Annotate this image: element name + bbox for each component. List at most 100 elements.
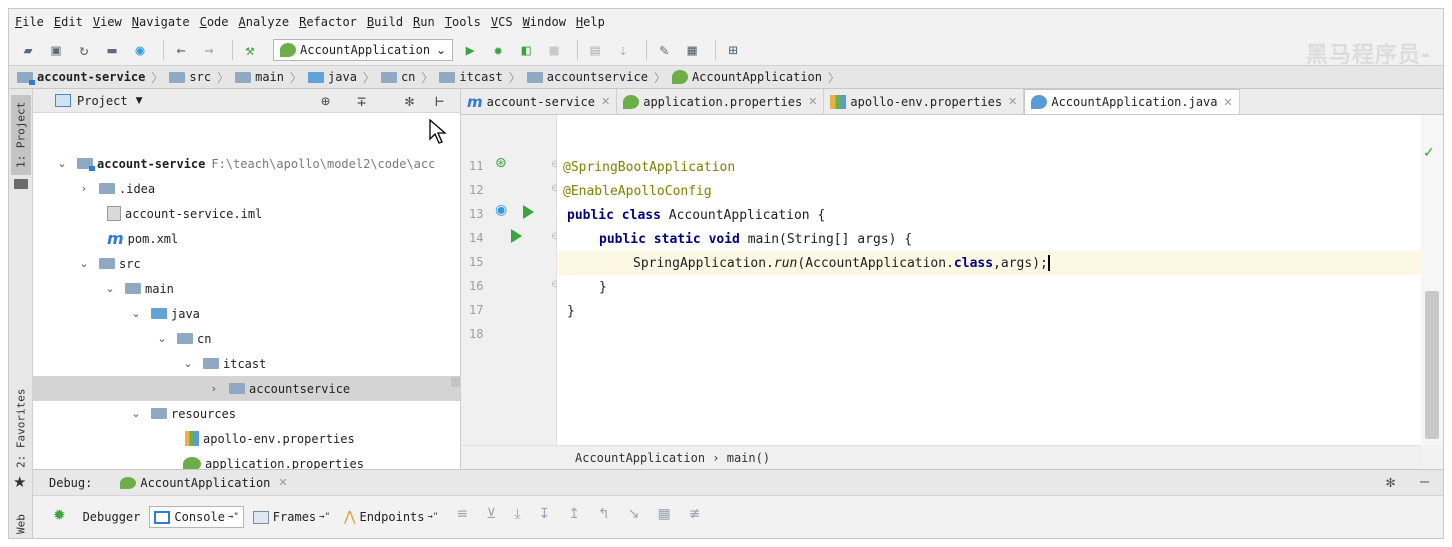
- chevron-down-icon[interactable]: ⌄: [155, 332, 169, 345]
- tree-item-main[interactable]: ⌄ main: [33, 276, 460, 301]
- project-structure-icon[interactable]: ▬: [101, 39, 123, 61]
- minimize-icon[interactable]: —: [1420, 472, 1429, 490]
- step-into-icon[interactable]: ↧: [539, 506, 551, 522]
- tree-item-account-service[interactable]: ⌄ account-service F:\teach\apollo\model2…: [33, 151, 460, 176]
- close-icon[interactable]: ✕: [808, 95, 817, 108]
- close-icon[interactable]: ✕: [278, 476, 287, 489]
- menu-run[interactable]: Run: [413, 15, 435, 29]
- tab-console[interactable]: Console →": [149, 506, 244, 528]
- menu-build[interactable]: Build: [367, 15, 403, 29]
- menu-vcs[interactable]: VCS: [491, 15, 513, 29]
- chevron-down-icon[interactable]: ⌄: [77, 257, 91, 270]
- trace-icon[interactable]: ≢: [689, 506, 701, 522]
- tab-account-service[interactable]: m account-service ✕: [461, 89, 618, 114]
- tree-item-idea[interactable]: › .idea: [33, 176, 460, 201]
- sync-icon[interactable]: ↻: [73, 39, 95, 61]
- chevron-down-icon[interactable]: ⌄: [181, 357, 195, 370]
- close-icon[interactable]: ✕: [1008, 95, 1017, 108]
- menu-edit[interactable]: Edit: [54, 15, 83, 29]
- debug-bug-icon[interactable]: ✹: [487, 39, 509, 61]
- wrench-settings-icon[interactable]: ✎: [653, 39, 675, 61]
- tab-application-properties[interactable]: application.properties ✕: [617, 89, 825, 114]
- class-icon[interactable]: ◉: [495, 202, 507, 218]
- breadcrumb-item[interactable]: java 〉: [308, 69, 381, 86]
- show-execution-point-icon[interactable]: ⊻: [486, 506, 496, 522]
- chevron-right-icon[interactable]: ›: [77, 182, 91, 195]
- tree-item-java[interactable]: ⌄ java: [33, 301, 460, 326]
- scrollbar-thumb[interactable]: [451, 377, 460, 387]
- tab-favorites[interactable]: 2: Favorites: [11, 385, 31, 471]
- tree-item-apollo-env[interactable]: apollo-env.properties: [33, 426, 460, 451]
- step-out-icon[interactable]: ↥: [568, 506, 580, 522]
- menu-code[interactable]: Code: [200, 15, 229, 29]
- drop-frame-icon[interactable]: ↰: [598, 506, 610, 522]
- tab-account-application-java[interactable]: AccountApplication.java ✕: [1024, 89, 1240, 114]
- breadcrumb-item[interactable]: itcast 〉: [439, 69, 526, 86]
- tree-item-iml[interactable]: account-service.iml: [33, 201, 460, 226]
- chevron-down-icon[interactable]: ▼: [136, 96, 143, 106]
- hide-panel-icon[interactable]: ⊢: [435, 92, 444, 110]
- debug-session-tab[interactable]: AccountApplication ✕: [120, 476, 288, 490]
- tree-item-application-properties[interactable]: application.properties: [33, 451, 460, 469]
- chevron-right-icon[interactable]: ›: [207, 382, 221, 395]
- save-icon[interactable]: ▣: [45, 39, 67, 61]
- open-folder-icon[interactable]: ▰: [17, 39, 39, 61]
- breadcrumb-item[interactable]: AccountApplication 〉: [671, 69, 846, 86]
- tree-item-cn[interactable]: ⌄ cn: [33, 326, 460, 351]
- vcs-update-icon[interactable]: ⇣: [612, 39, 634, 61]
- breadcrumb-item[interactable]: src 〉: [169, 69, 235, 86]
- tab-debugger[interactable]: Debugger: [78, 506, 146, 528]
- structure-icon[interactable]: ⊞: [722, 39, 744, 61]
- menu-view[interactable]: View: [93, 15, 122, 29]
- menu-file[interactable]: File: [15, 15, 44, 29]
- build-hammer-icon[interactable]: ⚒: [239, 39, 261, 61]
- gear-icon[interactable]: ✻: [405, 92, 414, 110]
- run-gutter-icon[interactable]: [523, 205, 534, 219]
- menu-navigate[interactable]: Navigate: [132, 15, 190, 29]
- tab-endpoints[interactable]: ⋀ Endpoints →": [339, 506, 443, 528]
- chevron-down-icon[interactable]: ⌄: [103, 282, 117, 295]
- gear-icon[interactable]: ✻: [1386, 473, 1395, 491]
- breadcrumb-item[interactable]: cn 〉: [380, 69, 439, 86]
- chevron-down-icon[interactable]: ⌄: [129, 407, 143, 420]
- menu-refactor[interactable]: Refactor: [299, 15, 357, 29]
- project-view-selector[interactable]: Project: [77, 94, 128, 108]
- tab-frames[interactable]: Frames →": [248, 506, 335, 528]
- class-icon[interactable]: ◉: [129, 39, 151, 61]
- close-icon[interactable]: ✕: [1224, 96, 1233, 109]
- locate-target-icon[interactable]: ⊕: [321, 92, 330, 110]
- step-over-icon[interactable]: ⤓: [514, 506, 520, 522]
- coverage-icon[interactable]: ◧: [515, 39, 537, 61]
- tab-apollo-env-properties[interactable]: apollo-env.properties ✕: [824, 89, 1025, 114]
- run-gutter-icon[interactable]: [511, 229, 522, 243]
- tab-project[interactable]: 1: Project: [11, 95, 31, 175]
- editor-breadcrumb[interactable]: AccountApplication › main(): [461, 445, 1421, 469]
- chevron-down-icon[interactable]: ⌄: [55, 157, 69, 170]
- breadcrumb-item[interactable]: account-service 〉: [17, 69, 169, 86]
- close-icon[interactable]: ✕: [601, 95, 610, 108]
- menu-analyze[interactable]: Analyze: [239, 15, 290, 29]
- tree-item-accountservice[interactable]: › accountservice: [33, 376, 460, 401]
- tree-item-itcast[interactable]: ⌄ itcast: [33, 351, 460, 376]
- run-to-cursor-icon[interactable]: ↘: [628, 506, 640, 522]
- code-editor[interactable]: @SpringBootApplication @EnableApolloConf…: [557, 115, 1421, 445]
- run-icon[interactable]: ▶: [459, 39, 481, 61]
- collapse-all-icon[interactable]: ∓: [357, 92, 366, 110]
- evaluate-expression-icon[interactable]: ▦: [657, 506, 670, 522]
- tree-item-src[interactable]: ⌄ src: [33, 251, 460, 276]
- project-structure-icon[interactable]: ▦: [681, 39, 703, 61]
- menu-window[interactable]: Window: [523, 15, 566, 29]
- forward-arrow-icon[interactable]: →: [198, 39, 220, 61]
- tree-item-resources[interactable]: ⌄ resources: [33, 401, 460, 426]
- breadcrumb-item[interactable]: accountservice 〉: [526, 69, 672, 86]
- chevron-down-icon[interactable]: ⌄: [129, 307, 143, 320]
- file-icon[interactable]: ▤: [584, 39, 606, 61]
- editor-scrollbar-thumb[interactable]: [1425, 291, 1439, 439]
- menu-help[interactable]: Help: [576, 15, 605, 29]
- tree-item-pom[interactable]: m pom.xml: [33, 226, 460, 251]
- back-arrow-icon[interactable]: ←: [170, 39, 192, 61]
- breadcrumb-item[interactable]: main 〉: [235, 69, 308, 86]
- stop-icon[interactable]: ■: [543, 39, 565, 61]
- spring-bean-icon[interactable]: ⊛: [495, 155, 507, 171]
- run-config-dropdown[interactable]: AccountApplication ⌄: [273, 39, 454, 61]
